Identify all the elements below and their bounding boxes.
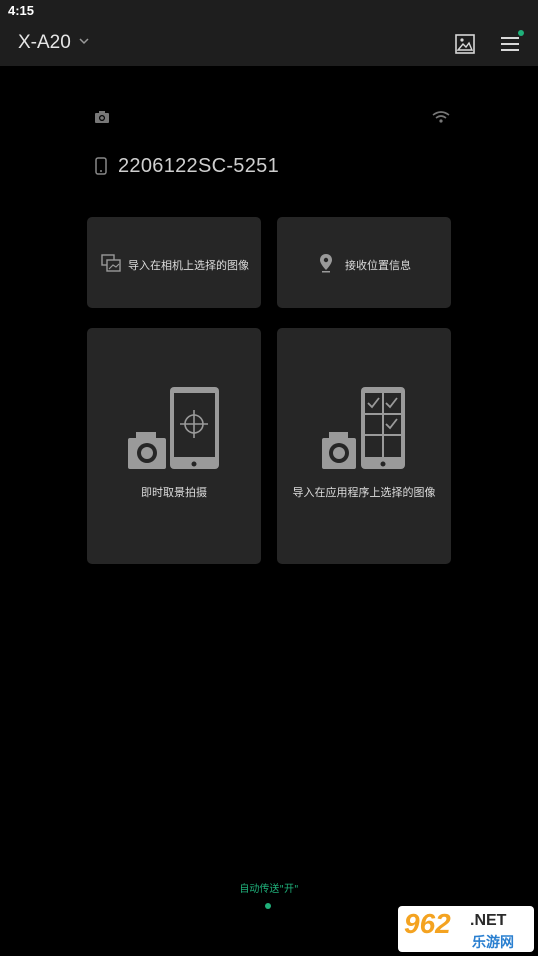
notification-dot <box>518 30 524 36</box>
wifi-icon <box>432 111 450 123</box>
status-bar: 4:15 <box>0 0 538 22</box>
status-time: 4:15 <box>8 3 35 18</box>
page-indicator-dot <box>265 903 271 909</box>
import-camera-images-label: 导入在相机上选择的图像 <box>128 259 249 272</box>
receive-location-card[interactable]: 接收位置信息 <box>277 217 451 308</box>
device-id: 2206122SC-5251 <box>118 155 279 177</box>
import-app-images-label: 导入在应用程序上选择的图像 <box>292 486 436 499</box>
select-images-icon <box>322 387 405 469</box>
remote-shooting-icon <box>128 387 219 469</box>
chevron-down-icon[interactable] <box>79 37 89 45</box>
remote-shooting-card[interactable]: 即时取景拍摄 <box>87 328 261 564</box>
hamburger-menu-icon <box>501 37 519 51</box>
watermark-number: 962 <box>404 908 451 939</box>
menu-button[interactable] <box>498 30 524 56</box>
watermark-logo: 962 .NET 乐游网 <box>398 906 534 952</box>
camera-icon <box>95 111 109 123</box>
import-image-icon <box>101 254 121 272</box>
remote-shooting-label: 即时取景拍摄 <box>141 486 207 499</box>
gallery-button[interactable] <box>453 33 477 55</box>
watermark-domain: .NET <box>470 912 507 929</box>
import-app-images-card[interactable]: 导入在应用程序上选择的图像 <box>277 328 451 564</box>
app-title[interactable]: X-A20 <box>18 32 71 54</box>
receive-location-label: 接收位置信息 <box>345 259 411 272</box>
smartphone-icon <box>95 157 107 175</box>
auto-transfer-status[interactable]: 自动传送"开" <box>0 880 538 895</box>
watermark-site: 乐游网 <box>472 935 514 951</box>
location-pin-icon <box>320 254 332 273</box>
gallery-icon <box>455 34 475 54</box>
app-bar: X-A20 <box>0 22 538 66</box>
import-camera-images-card[interactable]: 导入在相机上选择的图像 <box>87 217 261 308</box>
